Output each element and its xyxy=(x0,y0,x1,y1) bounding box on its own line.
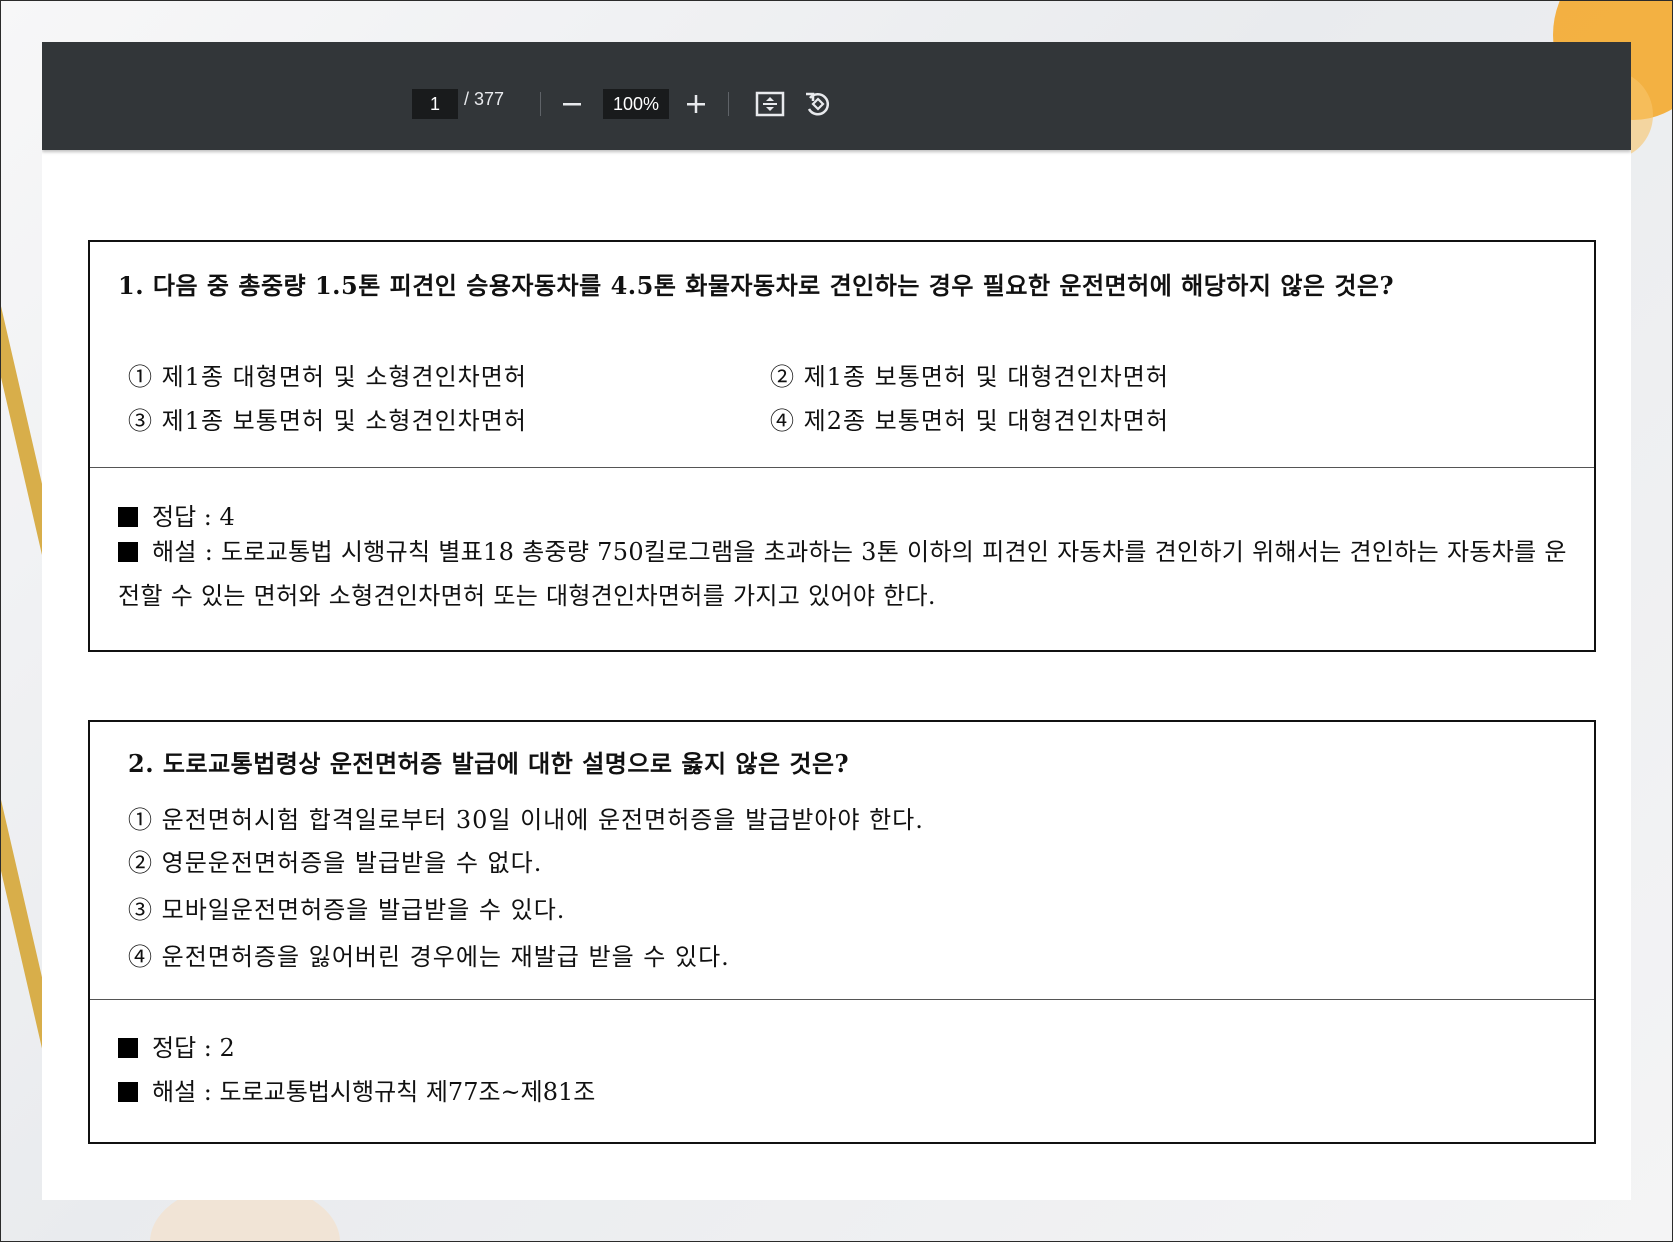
explanation-text: 해설 : 도로교통법 시행규칙 별표18 총중량 750킬로그램을 초과하는 3… xyxy=(118,538,1567,610)
option-1: ① 제1종 대형면허 및 소형견인차면허 xyxy=(128,363,527,391)
explanation: 해설 : 도로교통법시행규칙 제77조~제81조 xyxy=(118,1072,595,1107)
answer-line: 정답 : 2 xyxy=(118,1028,235,1063)
answer-text: 정답 : 4 xyxy=(152,503,235,531)
fit-to-page-button[interactable] xyxy=(754,88,786,120)
question-card-2: 2. 도로교통법령상 운전면허증 발급에 대한 설명으로 옳지 않은 것은? ①… xyxy=(88,720,1596,1144)
plus-icon xyxy=(687,95,705,113)
option-2: ② 제1종 보통면허 및 대형견인차면허 xyxy=(770,363,1169,391)
option-2: ② 영문운전면허증을 발급받을 수 없다. xyxy=(128,849,543,877)
option-3: ③ 모바일운전면허증을 발급받을 수 있다. xyxy=(128,896,566,924)
explanation-text: 해설 : 도로교통법시행규칙 제77조~제81조 xyxy=(152,1078,596,1106)
option-1: ① 운전면허시험 합격일로부터 30일 이내에 운전면허증을 발급받아야 한다. xyxy=(128,806,924,834)
page-total: / 377 xyxy=(464,89,505,109)
explanation: 해설 : 도로교통법 시행규칙 별표18 총중량 750킬로그램을 초과하는 3… xyxy=(118,530,1568,618)
pdf-toolbar: 1 / 377 100% xyxy=(42,42,1631,150)
option-3: ③ 제1종 보통면허 및 소형견인차면허 xyxy=(128,407,527,435)
bullet-square-icon xyxy=(118,507,138,527)
rotate-icon xyxy=(806,92,830,116)
rotate-button[interactable] xyxy=(802,88,834,120)
pdf-viewer: 1 / 377 100% 1. 다음 중 총중량 1.5톤 피견인 승용자동차를… xyxy=(42,42,1631,1200)
toolbar-divider xyxy=(728,92,729,116)
option-4: ④ 제2종 보통면허 및 대형견인차면허 xyxy=(770,407,1169,435)
toolbar-divider xyxy=(540,92,541,116)
zoom-out-button[interactable] xyxy=(554,86,590,122)
question-title: 1. 다음 중 총중량 1.5톤 피견인 승용자동차를 4.5톤 화물자동차로 … xyxy=(118,271,1395,300)
bullet-square-icon xyxy=(118,1038,138,1058)
fit-to-page-icon xyxy=(755,91,785,117)
bullet-square-icon xyxy=(118,1082,138,1102)
question-card-1: 1. 다음 중 총중량 1.5톤 피견인 승용자동차를 4.5톤 화물자동차로 … xyxy=(88,240,1596,652)
bullet-square-icon xyxy=(118,542,138,562)
answer-text: 정답 : 2 xyxy=(152,1034,235,1062)
minus-icon xyxy=(563,103,581,106)
zoom-in-button[interactable] xyxy=(678,86,714,122)
page-number-input[interactable]: 1 xyxy=(412,89,458,119)
question-title: 2. 도로교통법령상 운전면허증 발급에 대한 설명으로 옳지 않은 것은? xyxy=(128,749,850,778)
zoom-level-input[interactable]: 100% xyxy=(603,89,669,119)
option-4: ④ 운전면허증을 잃어버린 경우에는 재발급 받을 수 있다. xyxy=(128,943,730,971)
answer-line: 정답 : 4 xyxy=(118,497,235,532)
